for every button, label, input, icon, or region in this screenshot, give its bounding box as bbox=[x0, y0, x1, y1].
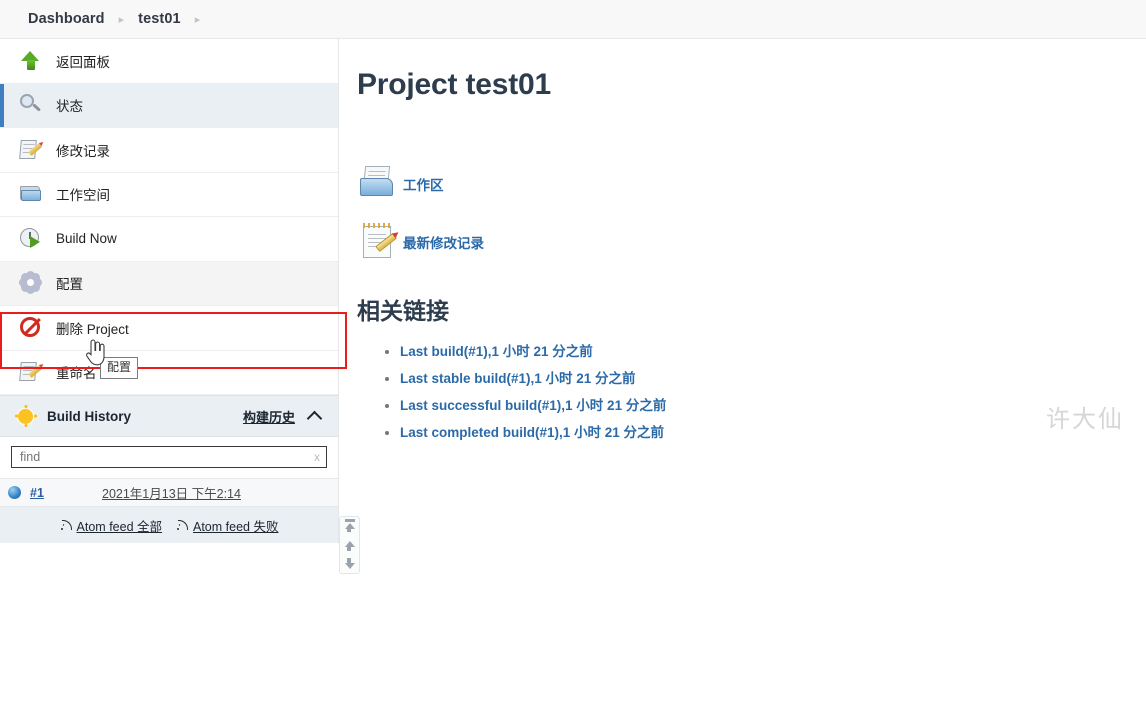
sidebar-item-delete-project[interactable]: 删除 Project bbox=[0, 306, 338, 351]
related-links-list: Last build(#1),1 小时 21 分之前 Last stable b… bbox=[357, 340, 1146, 441]
workspace-link-row[interactable]: 工作区 bbox=[357, 164, 1146, 204]
sidebar-item-label: 修改记录 bbox=[56, 143, 110, 159]
related-links-heading: 相关链接 bbox=[357, 298, 449, 324]
folder-icon bbox=[18, 181, 44, 207]
up-arrow-icon bbox=[18, 48, 44, 74]
sidebar-item-label: 删除 Project bbox=[56, 321, 129, 337]
build-search-box[interactable]: x bbox=[11, 446, 327, 468]
sidebar-item-label: 返回面板 bbox=[56, 54, 110, 70]
sidebar-item-back-to-dashboard[interactable]: 返回面板 bbox=[0, 39, 338, 84]
clock-play-icon bbox=[18, 226, 44, 252]
weather-sun-icon bbox=[14, 405, 37, 427]
last-build-link[interactable]: Last build(#1),1 小时 21 分之前 bbox=[400, 344, 593, 359]
scroll-up-button[interactable] bbox=[343, 538, 356, 552]
page-title: Project test01 bbox=[357, 68, 551, 101]
build-history-row[interactable]: #1 2021年1月13日 下午2:14 bbox=[0, 478, 338, 507]
gear-icon bbox=[18, 270, 44, 296]
clear-icon[interactable]: x bbox=[310, 450, 320, 464]
recent-changes-link-row[interactable]: 最新修改记录 bbox=[357, 222, 1146, 262]
breadcrumb: Dashboard ▸ test01 ▸ bbox=[0, 0, 1146, 39]
notepad-pencil-icon bbox=[18, 359, 44, 385]
sidebar-item-build-now[interactable]: Build Now bbox=[0, 217, 338, 262]
chevron-up-icon[interactable] bbox=[306, 410, 323, 426]
build-number-link[interactable]: #1 bbox=[30, 486, 102, 500]
build-search-wrap: x bbox=[0, 437, 338, 478]
atom-feed-failed[interactable]: Atom feed 失败 bbox=[176, 516, 278, 535]
build-history-title: Build History bbox=[47, 408, 132, 424]
build-history-scroll-controls bbox=[339, 516, 360, 574]
recent-changes-link[interactable]: 最新修改记录 bbox=[403, 232, 484, 252]
build-history-link[interactable]: 构建历史 bbox=[243, 407, 295, 426]
sidebar-item-label: 状态 bbox=[56, 99, 83, 115]
atom-feeds-bar: Atom feed 全部 Atom feed 失败 bbox=[0, 507, 338, 543]
scroll-down-button[interactable] bbox=[343, 557, 356, 571]
atom-feed-all-label: Atom feed 全部 bbox=[76, 519, 162, 534]
workspace-link[interactable]: 工作区 bbox=[403, 174, 444, 194]
rss-icon bbox=[60, 519, 72, 531]
magnifier-icon bbox=[18, 92, 44, 118]
sidebar-item-label: 工作空间 bbox=[56, 188, 110, 204]
build-history-panel: Build History 构建历史 x #1 2021年1月13日 下午2:1… bbox=[0, 395, 338, 543]
changes-notepad-icon bbox=[357, 222, 403, 262]
ban-icon bbox=[18, 315, 44, 341]
sidebar: 返回面板 状态 修改记录 工作空间 Build Now 配置 删除 Projec… bbox=[0, 39, 360, 574]
scroll-to-top-button[interactable] bbox=[343, 519, 356, 533]
atom-feed-failed-label: Atom feed 失败 bbox=[193, 519, 279, 534]
sidebar-item-workspace[interactable]: 工作空间 bbox=[0, 172, 338, 217]
workspace-folder-icon bbox=[357, 164, 403, 204]
build-status-ball-icon bbox=[8, 486, 21, 499]
sidebar-item-label: Build Now bbox=[56, 231, 117, 247]
last-completed-build-link[interactable]: Last completed build(#1),1 小时 21 分之前 bbox=[400, 425, 664, 440]
sidebar-item-configure[interactable]: 配置 bbox=[0, 261, 338, 306]
last-stable-build-link[interactable]: Last stable build(#1),1 小时 21 分之前 bbox=[400, 371, 636, 386]
breadcrumb-item-dashboard[interactable]: Dashboard bbox=[28, 11, 105, 27]
list-item: Last completed build(#1),1 小时 21 分之前 bbox=[400, 421, 1146, 441]
list-item: Last build(#1),1 小时 21 分之前 bbox=[400, 340, 1146, 360]
list-item: Last successful build(#1),1 小时 21 分之前 bbox=[400, 394, 1146, 414]
sidebar-item-label: 配置 bbox=[56, 277, 83, 293]
breadcrumb-separator-icon: ▸ bbox=[118, 13, 125, 26]
sidebar-item-rename[interactable]: 重命名 bbox=[0, 350, 338, 395]
hand-cursor-icon bbox=[86, 339, 105, 366]
breadcrumb-item-project[interactable]: test01 bbox=[138, 11, 181, 27]
atom-feed-all[interactable]: Atom feed 全部 bbox=[60, 516, 162, 535]
notepad-pencil-icon bbox=[18, 137, 44, 163]
build-history-header: Build History 构建历史 bbox=[0, 396, 338, 437]
rss-icon bbox=[176, 519, 188, 531]
build-date-link[interactable]: 2021年1月13日 下午2:14 bbox=[102, 483, 241, 502]
list-item: Last stable build(#1),1 小时 21 分之前 bbox=[400, 367, 1146, 387]
sidebar-item-status[interactable]: 状态 bbox=[0, 83, 338, 128]
last-successful-build-link[interactable]: Last successful build(#1),1 小时 21 分之前 bbox=[400, 398, 666, 413]
search-input[interactable] bbox=[18, 449, 310, 465]
sidebar-item-changes[interactable]: 修改记录 bbox=[0, 128, 338, 173]
main-content: Project test01 工作区 最新修改记录 相关链接 Last buil… bbox=[339, 39, 1146, 448]
watermark: 许大仙 bbox=[1046, 406, 1124, 433]
breadcrumb-separator-icon-2: ▸ bbox=[194, 13, 201, 26]
